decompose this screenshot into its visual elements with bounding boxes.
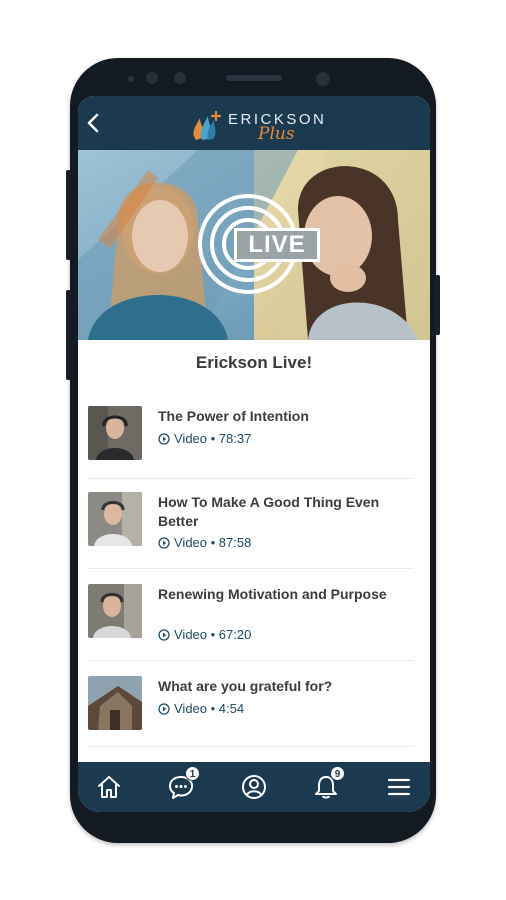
meta-separator: • bbox=[207, 701, 219, 716]
video-meta: Video • 67:20 bbox=[158, 627, 251, 642]
earpiece-speaker bbox=[226, 75, 282, 81]
sensor-dot bbox=[174, 72, 186, 84]
notifications-badge: 9 bbox=[330, 766, 345, 781]
video-duration: 67:20 bbox=[218, 627, 252, 642]
video-thumbnail bbox=[88, 676, 142, 730]
video-title: What are you grateful for? bbox=[158, 678, 333, 694]
video-meta: Video • 4:54 bbox=[158, 701, 244, 716]
play-circle-icon bbox=[158, 536, 170, 549]
messages-badge: 1 bbox=[185, 766, 200, 781]
list-item[interactable]: What are you grateful for? Video • 4:54 bbox=[88, 676, 414, 736]
meta-separator: • bbox=[207, 535, 219, 550]
video-thumbnail bbox=[88, 584, 142, 638]
divider bbox=[88, 746, 414, 747]
volume-up-button bbox=[66, 170, 71, 260]
video-title: How To Make A Good Thing Even Better bbox=[158, 494, 380, 529]
app-screen: ERICKSON Plus LIVE Erickson Live! The Po… bbox=[78, 96, 430, 812]
video-type: Video bbox=[174, 431, 208, 446]
messages-button[interactable]: 1 bbox=[166, 766, 200, 802]
hero-banner: LIVE bbox=[78, 150, 430, 340]
video-thumbnail bbox=[88, 406, 142, 460]
bottom-navigation: 1 9 bbox=[78, 762, 430, 812]
play-circle-icon bbox=[158, 628, 170, 641]
home-button[interactable] bbox=[94, 772, 124, 802]
back-button[interactable] bbox=[82, 110, 106, 136]
proximity-sensor bbox=[128, 76, 134, 82]
flame-icon bbox=[193, 110, 222, 140]
profile-button[interactable] bbox=[239, 772, 269, 802]
video-title: Renewing Motivation and Purpose bbox=[158, 586, 387, 602]
app-header: ERICKSON Plus bbox=[78, 96, 430, 150]
chevron-left-icon bbox=[87, 113, 99, 133]
list-item[interactable]: How To Make A Good Thing Even Better Vid… bbox=[88, 492, 414, 552]
video-title: The Power of Intention bbox=[158, 408, 309, 424]
live-badge-text: LIVE bbox=[248, 231, 306, 258]
meta-separator: • bbox=[207, 627, 219, 642]
video-meta: Video • 87:58 bbox=[158, 535, 251, 550]
video-thumbnail bbox=[88, 492, 142, 546]
page-title: Erickson Live! bbox=[195, 353, 313, 372]
video-type: Video bbox=[174, 627, 208, 642]
video-duration: 78:37 bbox=[218, 431, 252, 446]
list-item[interactable]: Renewing Motivation and Purpose Video • … bbox=[88, 584, 414, 644]
video-duration: 87:58 bbox=[218, 535, 252, 550]
logo-plus-text: Plus bbox=[258, 124, 295, 144]
play-circle-icon bbox=[158, 702, 170, 715]
notifications-button[interactable]: 9 bbox=[311, 766, 345, 802]
menu-button[interactable] bbox=[384, 772, 414, 802]
front-camera bbox=[316, 72, 330, 86]
meta-separator: • bbox=[207, 431, 219, 446]
video-meta: Video • 78:37 bbox=[158, 431, 251, 446]
divider bbox=[88, 478, 414, 479]
video-type: Video bbox=[174, 535, 208, 550]
divider bbox=[88, 568, 414, 569]
sensor-dot bbox=[146, 72, 158, 84]
app-logo: ERICKSON Plus bbox=[188, 108, 328, 144]
video-duration: 4:54 bbox=[218, 701, 245, 716]
play-circle-icon bbox=[158, 432, 170, 445]
home-icon bbox=[98, 776, 120, 798]
video-type: Video bbox=[174, 701, 208, 716]
list-item[interactable]: The Power of Intention Video • 78:37 bbox=[88, 406, 414, 466]
user-circle-icon bbox=[242, 775, 266, 799]
power-button bbox=[435, 275, 440, 335]
divider bbox=[88, 660, 414, 661]
volume-down-button bbox=[66, 290, 71, 380]
hamburger-menu-icon bbox=[387, 778, 411, 796]
